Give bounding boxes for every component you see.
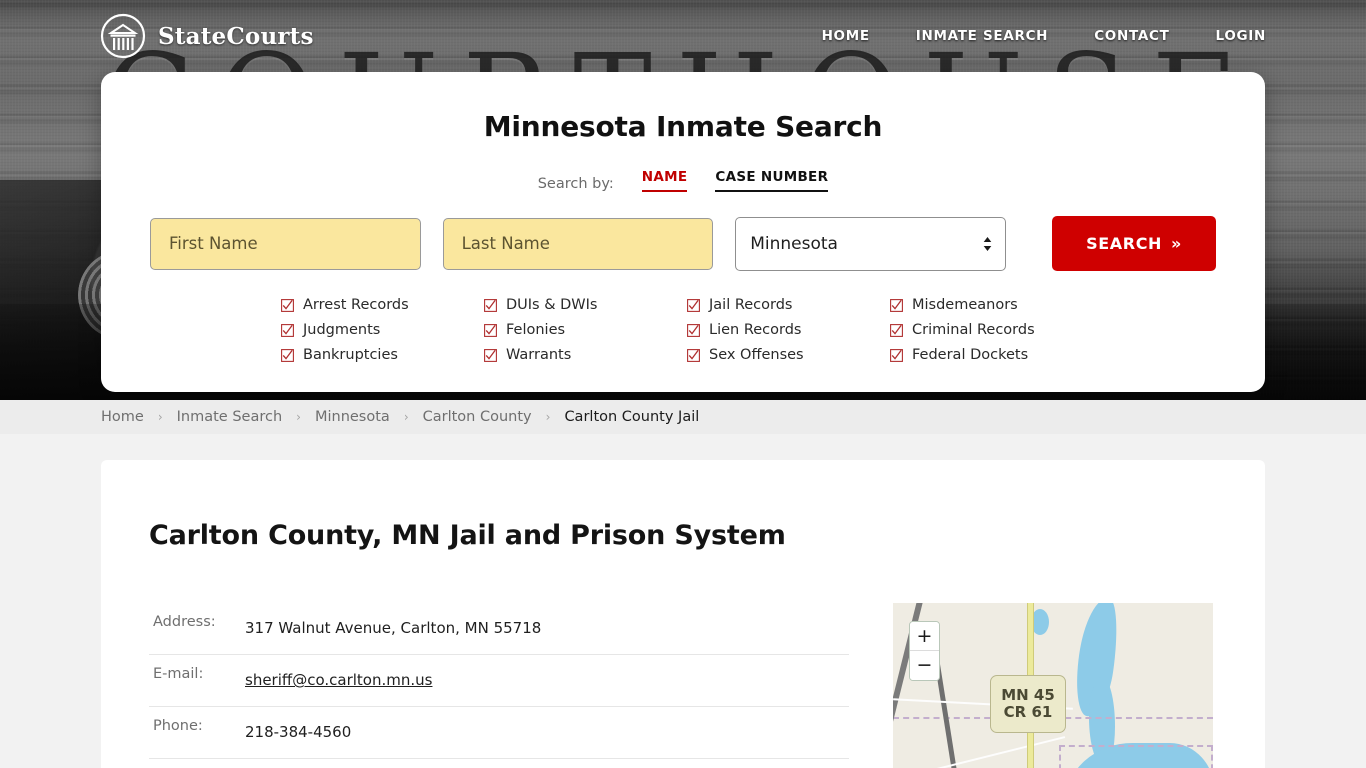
map-route-shield: MN 45 CR 61 [990, 675, 1066, 733]
email-link[interactable]: sheriff@co.carlton.mn.us [245, 671, 432, 689]
nav-item-home[interactable]: HOME [822, 28, 870, 44]
checked-checkbox-icon [281, 323, 294, 337]
record-type-item[interactable]: DUIs & DWIs [484, 293, 687, 317]
record-type-label: Warrants [506, 347, 572, 363]
breadcrumb-item-current: Carlton County Jail [564, 409, 700, 425]
search-fields-row: Minnesota SEARCH » [101, 216, 1265, 271]
info-value-email: sheriff@co.carlton.mn.us [241, 654, 849, 706]
checked-checkbox-icon [484, 348, 497, 362]
info-value-fax: 218-384-9185 [241, 758, 849, 768]
record-type-item[interactable]: Criminal Records [890, 318, 1093, 342]
table-row: Fax: 218-384-9185 [149, 758, 849, 768]
checked-checkbox-icon [890, 348, 903, 362]
record-type-item[interactable]: Bankruptcies [281, 343, 484, 367]
record-type-label: Sex Offenses [709, 347, 804, 363]
double-chevron-right-icon: » [1171, 234, 1182, 253]
nav-item-inmate-search[interactable]: INMATE SEARCH [916, 28, 1048, 44]
chevron-right-icon: › [157, 410, 163, 424]
checked-checkbox-icon [281, 298, 294, 312]
search-by-row: Search by: NAME CASE NUMBER [101, 169, 1265, 192]
primary-nav: HOME INMATE SEARCH CONTACT LOGIN [822, 28, 1266, 44]
search-button[interactable]: SEARCH » [1052, 216, 1217, 271]
record-type-item[interactable]: Arrest Records [281, 293, 484, 317]
route-shield-line-1: MN 45 [1001, 685, 1055, 704]
location-map[interactable]: MN 45 CR 61 + − [893, 603, 1213, 768]
record-type-checklist: Arrest Records DUIs & DWIs Jail Records … [101, 293, 1265, 367]
hero-banner: COURTHOUSE StateCourts HOME INMAT [0, 0, 1366, 400]
record-type-item[interactable]: Federal Dockets [890, 343, 1093, 367]
map-boundary-line [1059, 745, 1213, 768]
chevron-right-icon: › [296, 410, 301, 424]
record-type-item[interactable]: Lien Records [687, 318, 890, 342]
record-type-label: Criminal Records [912, 322, 1035, 338]
facility-info-table: Address: 317 Walnut Avenue, Carlton, MN … [149, 603, 849, 768]
info-label: E-mail: [153, 665, 204, 682]
chevron-right-icon: › [403, 410, 409, 424]
checked-checkbox-icon [687, 298, 700, 312]
search-by-label: Search by: [537, 176, 614, 192]
brand-name-text: StateCourts [158, 22, 314, 50]
map-zoom-in-button[interactable]: + [910, 622, 939, 651]
checked-checkbox-icon [687, 348, 700, 362]
record-type-item[interactable]: Judgments [281, 318, 484, 342]
nav-item-contact[interactable]: CONTACT [1094, 28, 1169, 44]
record-type-label: Lien Records [709, 322, 802, 338]
breadcrumb: Home › Inmate Search › Minnesota › Carlt… [0, 400, 1366, 434]
checked-checkbox-icon [890, 298, 903, 312]
tab-name[interactable]: NAME [641, 169, 688, 192]
inmate-search-panel: Minnesota Inmate Search Search by: NAME … [101, 72, 1265, 392]
breadcrumb-item-inmate-search[interactable]: Inmate Search [177, 409, 283, 425]
record-type-label: Misdemeanors [912, 297, 1018, 313]
record-type-label: Judgments [303, 322, 381, 338]
last-name-input[interactable] [442, 217, 714, 270]
info-label: Address: [153, 614, 216, 630]
search-button-label: SEARCH [1086, 234, 1163, 253]
brand-logo-link[interactable]: StateCourts [100, 13, 314, 59]
map-road [935, 664, 976, 768]
checked-checkbox-icon [890, 323, 903, 337]
state-select[interactable]: Minnesota [735, 216, 1007, 271]
record-type-label: Federal Dockets [912, 347, 1029, 363]
info-value-address: 317 Walnut Avenue, Carlton, MN 55718 [245, 619, 542, 638]
tab-case-number[interactable]: CASE NUMBER [715, 169, 829, 192]
record-type-label: Felonies [506, 322, 566, 338]
page-title: Carlton County, MN Jail and Prison Syste… [149, 520, 786, 551]
info-label: Fax: [149, 758, 241, 768]
chevron-right-icon: › [545, 410, 551, 424]
checked-checkbox-icon [484, 298, 497, 312]
page-body: Carlton County, MN Jail and Prison Syste… [0, 434, 1366, 768]
search-panel-title: Minnesota Inmate Search [483, 110, 883, 143]
record-type-item[interactable]: Sex Offenses [687, 343, 890, 367]
info-value-phone: 218-384-4560 [245, 723, 352, 742]
breadcrumb-item-carlton-county[interactable]: Carlton County [423, 409, 532, 425]
checked-checkbox-icon [484, 323, 497, 337]
route-shield-line-2: CR 61 [1003, 703, 1053, 721]
record-type-label: Bankruptcies [303, 347, 398, 363]
courthouse-circle-icon [100, 13, 146, 59]
record-type-label: Arrest Records [303, 297, 409, 313]
table-row: E-mail: sheriff@co.carlton.mn.us [149, 654, 849, 707]
record-type-item[interactable]: Felonies [484, 318, 687, 342]
record-type-label: DUIs & DWIs [506, 297, 598, 313]
breadcrumb-item-home[interactable]: Home [101, 409, 144, 425]
state-select-wrapper: Minnesota [735, 216, 1007, 271]
facility-details-row: Address: 317 Walnut Avenue, Carlton, MN … [149, 603, 1217, 768]
map-zoom-out-button[interactable]: − [910, 651, 939, 680]
checked-checkbox-icon [281, 348, 294, 362]
top-navigation-bar: StateCourts HOME INMATE SEARCH CONTACT L… [0, 0, 1366, 72]
record-type-item[interactable]: Warrants [484, 343, 687, 367]
map-zoom-controls: + − [909, 621, 940, 681]
record-type-item[interactable]: Misdemeanors [890, 293, 1093, 317]
table-row: Address: 317 Walnut Avenue, Carlton, MN … [149, 603, 849, 655]
record-type-label: Jail Records [709, 297, 793, 313]
first-name-input[interactable] [150, 217, 421, 270]
record-type-item[interactable]: Jail Records [687, 293, 890, 317]
facility-content-card: Carlton County, MN Jail and Prison Syste… [101, 460, 1265, 768]
info-label: Phone: [153, 717, 203, 734]
nav-item-login[interactable]: LOGIN [1216, 28, 1267, 44]
breadcrumb-item-minnesota[interactable]: Minnesota [315, 409, 390, 425]
checked-checkbox-icon [687, 323, 700, 337]
table-row: Phone: 218-384-4560 [149, 706, 849, 759]
